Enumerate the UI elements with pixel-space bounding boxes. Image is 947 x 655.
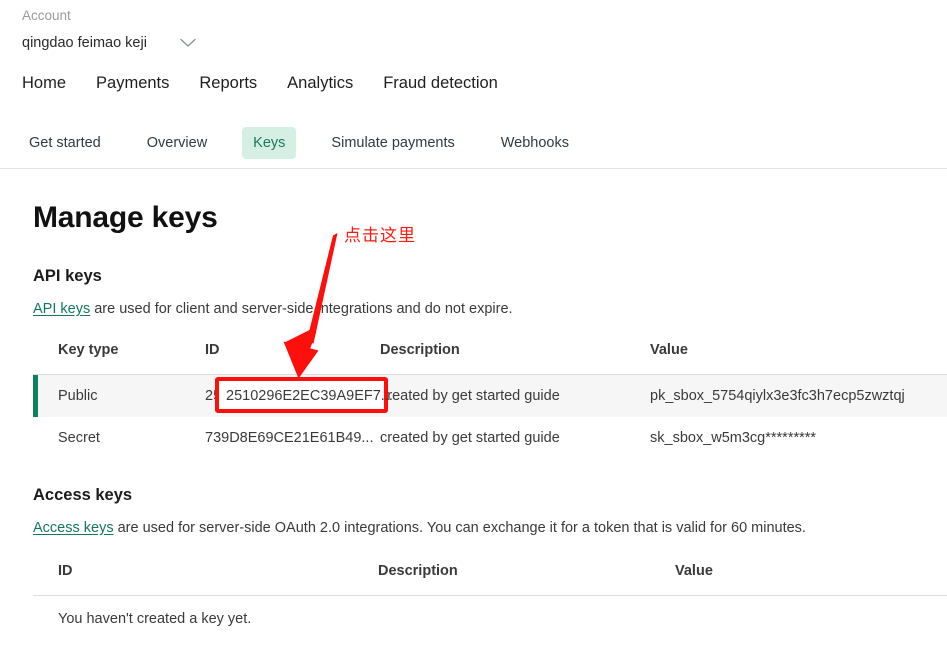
cell-id[interactable]: 2510296E2EC39A9EF7...: [205, 374, 380, 417]
api-keys-table: Key type ID Description Value Public 251…: [33, 340, 947, 459]
account-header: Account qingdao feimao keji: [0, 0, 947, 53]
tab-keys[interactable]: Keys: [242, 126, 297, 159]
cell-description: created by get started guide: [380, 374, 650, 417]
main-content: Manage keys API keys API keys are used f…: [0, 169, 947, 643]
empty-state-row: You haven't created a key yet.: [33, 595, 947, 643]
nav-item-payments[interactable]: Payments: [96, 65, 169, 101]
access-keys-description-text: are used for server-side OAuth 2.0 integ…: [113, 519, 806, 536]
page-root: Account qingdao feimao keji Home Payment…: [0, 0, 947, 655]
cell-description: created by get started guide: [380, 429, 560, 446]
tab-get-started[interactable]: Get started: [18, 127, 112, 159]
column-header-value: Value: [675, 560, 947, 596]
api-keys-heading: API keys: [33, 267, 102, 285]
account-label: Account: [22, 8, 71, 23]
api-keys-link[interactable]: API keys: [33, 301, 90, 317]
column-header-id: ID: [33, 560, 378, 596]
column-header-id: ID: [205, 340, 380, 375]
secondary-tabs: Get started Overview Keys Simulate payme…: [0, 117, 947, 169]
access-keys-description: Access keys are used for server-side OAu…: [33, 518, 947, 538]
access-keys-section: Access keys Access keys are used for ser…: [33, 484, 947, 644]
tab-webhooks[interactable]: Webhooks: [490, 127, 580, 159]
table-row[interactable]: Public 2510296E2EC39A9EF7... created by …: [33, 374, 947, 417]
access-keys-link[interactable]: Access keys: [33, 520, 114, 536]
api-keys-section: API keys API keys are used for client an…: [33, 265, 947, 459]
access-keys-table: ID Description Value You haven't created…: [33, 560, 947, 644]
cell-key-type: Secret: [58, 429, 100, 446]
nav-item-home[interactable]: Home: [22, 65, 66, 101]
column-header-value: Value: [650, 340, 947, 375]
api-keys-description: API keys are used for client and server-…: [33, 299, 947, 319]
table-row[interactable]: Secret 739D8E69CE21E61B49... created by …: [33, 417, 947, 459]
cell-value[interactable]: sk_sbox_w5m3cg*********: [650, 417, 947, 459]
empty-state-message: You haven't created a key yet.: [58, 611, 252, 628]
page-title: Manage keys: [33, 201, 218, 234]
account-selector[interactable]: qingdao feimao keji: [22, 33, 947, 53]
cell-id[interactable]: 739D8E69CE21E61B49...: [205, 417, 380, 459]
api-keys-header-row: Key type ID Description Value: [33, 340, 947, 375]
chevron-down-icon[interactable]: [180, 38, 196, 48]
nav-item-fraud-detection[interactable]: Fraud detection: [383, 65, 498, 101]
account-name: qingdao feimao keji: [22, 35, 147, 51]
primary-nav: Home Payments Reports Analytics Fraud de…: [0, 65, 947, 101]
nav-item-reports[interactable]: Reports: [199, 65, 257, 101]
api-keys-description-text: are used for client and server-side inte…: [90, 301, 513, 317]
column-header-description: Description: [380, 340, 650, 375]
tab-simulate-payments[interactable]: Simulate payments: [320, 127, 465, 159]
column-header-key-type: Key type: [33, 340, 205, 375]
tab-overview[interactable]: Overview: [136, 127, 218, 159]
cell-value[interactable]: pk_sbox_5754qiylx3e3fc3h7ecp5zwztqj: [650, 374, 947, 417]
cell-key-type: Public: [33, 374, 205, 417]
access-keys-header-row: ID Description Value: [33, 560, 947, 596]
nav-item-analytics[interactable]: Analytics: [287, 65, 353, 101]
column-header-description: Description: [378, 560, 675, 596]
access-keys-heading: Access keys: [33, 485, 133, 504]
